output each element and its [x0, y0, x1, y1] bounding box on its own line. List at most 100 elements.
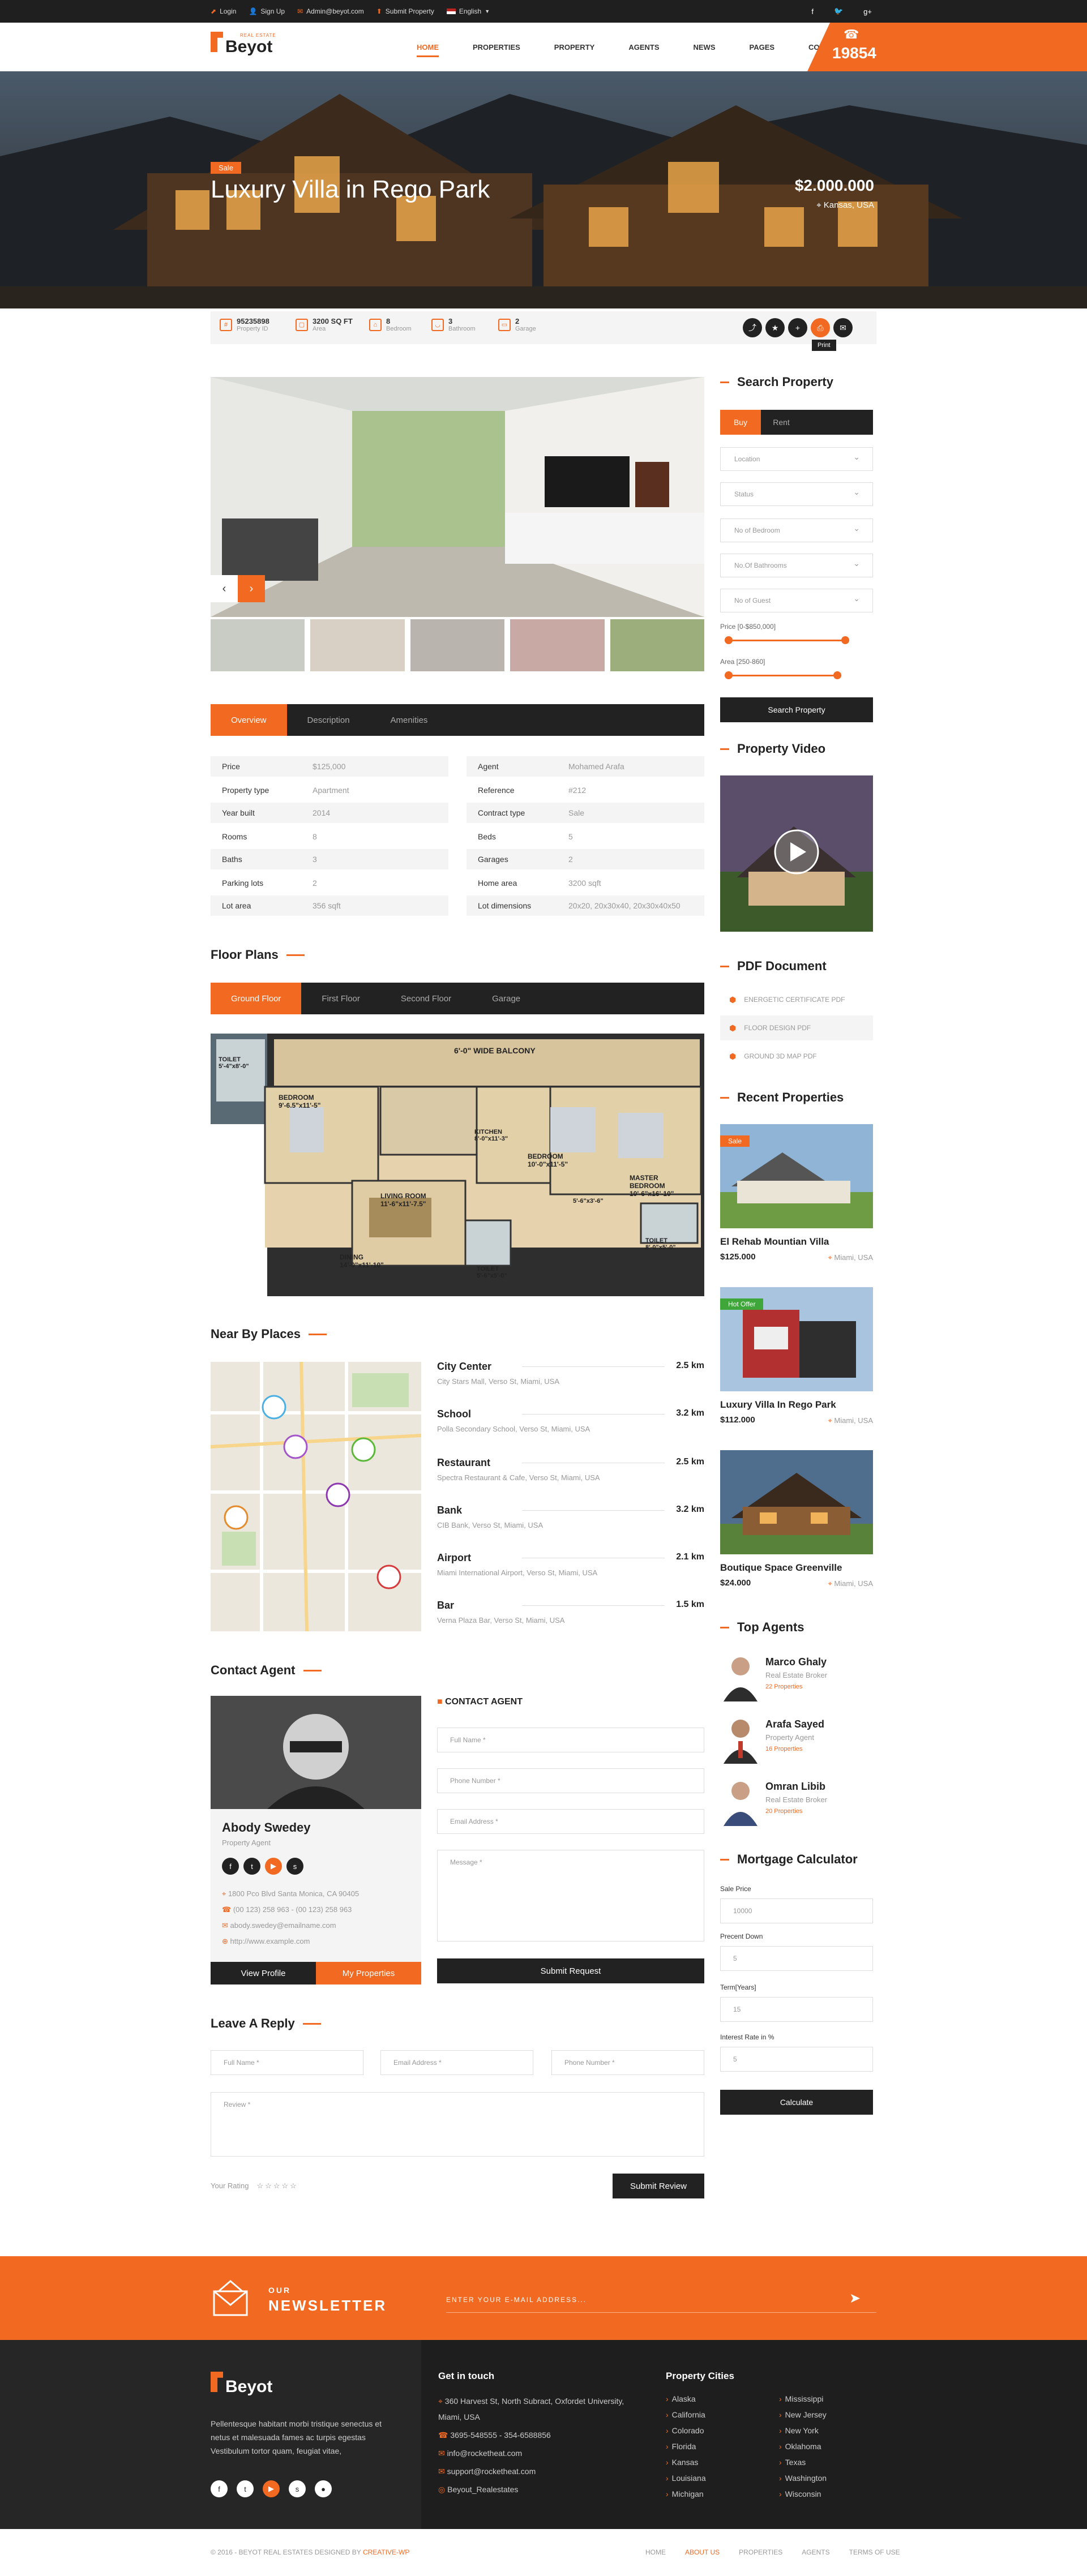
star-rating-icon[interactable]: ☆☆☆☆☆: [256, 2181, 298, 2191]
view-profile-button[interactable]: View Profile: [211, 1962, 316, 1984]
footer-nav-agents[interactable]: AGENTS: [802, 2548, 829, 2556]
nav-agents[interactable]: AGENTS: [628, 43, 659, 52]
location-select[interactable]: Location: [720, 447, 873, 471]
city-link[interactable]: Colorado: [666, 2426, 704, 2435]
area-range-slider[interactable]: [725, 671, 841, 679]
youtube-icon[interactable]: ▶: [263, 2480, 280, 2497]
gallery-next-button[interactable]: ›: [238, 575, 265, 602]
gallery-thumbnail[interactable]: [310, 619, 405, 671]
logo[interactable]: REAL ESTATE Beyot: [211, 28, 290, 63]
footer-email-support[interactable]: ✉ support@rocketheat.com: [438, 2467, 536, 2476]
facebook-icon[interactable]: f: [211, 2480, 228, 2497]
nav-home[interactable]: HOME: [417, 43, 439, 57]
tab-description[interactable]: Description: [287, 704, 370, 736]
contact-email-input[interactable]: Email Address *: [437, 1809, 704, 1834]
pdf-link[interactable]: ⬢ GROUND 3D MAP PDF: [720, 1044, 873, 1069]
footer-nav-properties[interactable]: PROPERTIES: [739, 2548, 782, 2556]
share-button[interactable]: ⤴: [743, 318, 762, 337]
gallery-thumbnail[interactable]: [211, 619, 305, 671]
agent-properties-count[interactable]: 22 Properties: [765, 1683, 802, 1690]
city-link[interactable]: Michigan: [666, 2489, 704, 2498]
city-link[interactable]: New Jersey: [779, 2410, 827, 2419]
reply-phone-input[interactable]: Phone Number *: [551, 2050, 704, 2075]
slider-handle[interactable]: [725, 636, 733, 644]
term-input[interactable]: 15: [720, 1997, 873, 2022]
calculate-button[interactable]: Calculate: [720, 2090, 873, 2115]
submit-property-link[interactable]: ⬆ Submit Property: [376, 7, 434, 15]
price-range-slider[interactable]: [725, 636, 849, 644]
twitter-icon[interactable]: t: [243, 1858, 260, 1875]
guest-select[interactable]: No of Guest: [720, 589, 873, 612]
city-link[interactable]: California: [666, 2410, 705, 2419]
rent-tab[interactable]: Rent: [761, 410, 802, 435]
city-link[interactable]: Florida: [666, 2442, 696, 2451]
compare-button[interactable]: +: [788, 318, 807, 337]
nav-news[interactable]: NEWS: [693, 43, 715, 52]
gallery-thumbnail[interactable]: [610, 619, 705, 671]
slider-handle[interactable]: [833, 671, 841, 679]
footer-skype[interactable]: ◎ Beyout_Realestates: [438, 2485, 518, 2494]
agent-website[interactable]: ⊕ http://www.example.com: [222, 1934, 359, 1949]
city-link[interactable]: Wisconsin: [779, 2489, 821, 2498]
city-link[interactable]: Washington: [779, 2474, 827, 2483]
slider-handle[interactable]: [841, 636, 849, 644]
city-link[interactable]: Texas: [779, 2458, 806, 2467]
nav-pages[interactable]: PAGES: [749, 43, 774, 52]
city-link[interactable]: Mississippi: [779, 2394, 824, 2403]
gallery-prev-button[interactable]: ‹: [211, 575, 238, 602]
city-link[interactable]: Alaska: [666, 2394, 696, 2403]
message-button[interactable]: ✉: [833, 318, 853, 337]
sale-price-input[interactable]: 10000: [720, 1898, 873, 1923]
city-link[interactable]: Oklahoma: [779, 2442, 821, 2451]
interest-rate-input[interactable]: 5: [720, 2047, 873, 2072]
contact-message-input[interactable]: Message *: [437, 1850, 704, 1941]
slider-handle[interactable]: [725, 671, 733, 679]
pdf-link[interactable]: ⬢ FLOOR DESIGN PDF: [720, 1015, 873, 1040]
recent-property-name[interactable]: Boutique Space Greenville: [720, 1562, 842, 1574]
google-plus-icon[interactable]: g+: [863, 7, 872, 16]
agent-name[interactable]: Abody Swedey: [222, 1820, 310, 1835]
footer-nav-home[interactable]: HOME: [645, 2548, 666, 2556]
search-property-button[interactable]: Search Property: [720, 697, 873, 722]
submit-request-button[interactable]: Submit Request: [437, 1958, 704, 1983]
nav-properties[interactable]: PROPERTIES: [473, 43, 520, 52]
status-select[interactable]: Status: [720, 482, 873, 506]
agent-properties-count[interactable]: 20 Properties: [765, 1808, 802, 1815]
footer-nav-about[interactable]: ABOUT US: [685, 2548, 720, 2556]
agent-properties-count[interactable]: 16 Properties: [765, 1746, 802, 1752]
submit-review-button[interactable]: Submit Review: [613, 2174, 704, 2198]
reply-review-input[interactable]: Review *: [211, 2092, 704, 2157]
reply-full-name-input[interactable]: Full Name *: [211, 2050, 363, 2075]
language-dropdown[interactable]: English ▼: [446, 7, 490, 15]
gallery-thumbnail[interactable]: [510, 619, 605, 671]
phone-box[interactable]: ☎ 19854: [807, 23, 1087, 71]
tab-first-floor[interactable]: First Floor: [301, 983, 380, 1014]
login-link[interactable]: ⬈ Login: [211, 7, 236, 15]
footer-nav-terms[interactable]: TERMS OF USE: [849, 2548, 900, 2556]
tab-garage[interactable]: Garage: [472, 983, 541, 1014]
youtube-icon[interactable]: ▶: [265, 1858, 282, 1875]
top-agent[interactable]: Arafa Sayed Property Agent 16 Properties: [720, 1713, 873, 1764]
contact-full-name-input[interactable]: Full Name *: [437, 1728, 704, 1752]
skype-icon[interactable]: s: [286, 1858, 303, 1875]
email-link[interactable]: ✉ Admin@beyot.com: [297, 7, 364, 15]
bathroom-select[interactable]: No.Of Bathrooms: [720, 554, 873, 577]
contact-phone-input[interactable]: Phone Number *: [437, 1768, 704, 1793]
footer-email[interactable]: ✉ info@rocketheat.com: [438, 2449, 522, 2458]
city-link[interactable]: Kansas: [666, 2458, 699, 2467]
nearby-map[interactable]: [211, 1362, 421, 1631]
twitter-icon[interactable]: t: [237, 2480, 254, 2497]
reply-email-input[interactable]: Email Address *: [380, 2050, 533, 2075]
skype-icon[interactable]: s: [289, 2480, 306, 2497]
nav-property[interactable]: PROPERTY: [554, 43, 595, 52]
copyright-brand[interactable]: CREATIVE-WP: [363, 2548, 409, 2556]
newsletter-email-input[interactable]: ENTER YOUR E-MAIL ADDRESS...: [446, 2290, 876, 2313]
city-link[interactable]: New York: [779, 2426, 819, 2435]
recent-property-name[interactable]: Luxury Villa In Rego Park: [720, 1399, 836, 1411]
top-agent[interactable]: Omran Libib Real Estate Broker 20 Properti…: [720, 1775, 873, 1826]
tab-ground-floor[interactable]: Ground Floor: [211, 983, 302, 1014]
apple-icon[interactable]: ●: [315, 2480, 332, 2497]
send-icon[interactable]: ➤: [849, 2290, 861, 2307]
facebook-icon[interactable]: f: [811, 7, 814, 16]
top-agent[interactable]: Marco Ghaly Real Estate Broker 22 Properti…: [720, 1651, 873, 1701]
